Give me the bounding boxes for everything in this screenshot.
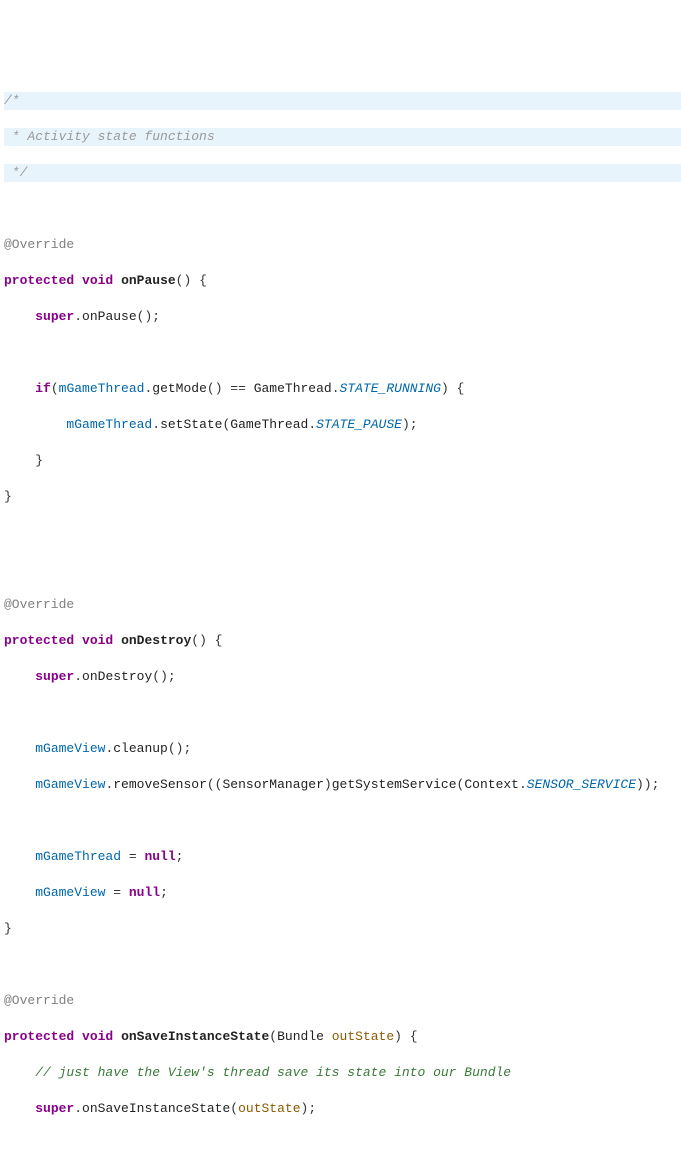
comment-line: // just have the View's thread save its …	[4, 1064, 681, 1082]
annotation-line: @Override	[4, 992, 681, 1010]
code-line: mGameView.cleanup();	[4, 740, 681, 758]
blank-line	[4, 1136, 681, 1154]
code-line: super.onDestroy();	[4, 668, 681, 686]
comment-line: /*	[4, 92, 681, 110]
code-line: mGameThread = null;	[4, 848, 681, 866]
code-line: super.onSaveInstanceState(outState);	[4, 1100, 681, 1118]
annotation-line: @Override	[4, 236, 681, 254]
method-signature: protected void onSaveInstanceState(Bundl…	[4, 1028, 681, 1046]
blank-line	[4, 524, 681, 542]
blank-line	[4, 956, 681, 974]
blank-line	[4, 560, 681, 578]
code-block: /* * Activity state functions */ @Overri…	[0, 72, 681, 1168]
blank-line	[4, 704, 681, 722]
blank-line	[4, 812, 681, 830]
code-line: mGameThread.setState(GameThread.STATE_PA…	[4, 416, 681, 434]
annotation-line: @Override	[4, 596, 681, 614]
code-line: super.onPause();	[4, 308, 681, 326]
code-line: }	[4, 920, 681, 938]
code-line: }	[4, 452, 681, 470]
comment-line: */	[4, 164, 681, 182]
code-line: mGameView.removeSensor((SensorManager)ge…	[4, 776, 681, 794]
method-signature: protected void onPause() {	[4, 272, 681, 290]
blank-line	[4, 344, 681, 362]
blank-line	[4, 200, 681, 218]
code-line: if(mGameThread.getMode() == GameThread.S…	[4, 380, 681, 398]
method-signature: protected void onDestroy() {	[4, 632, 681, 650]
code-line: }	[4, 488, 681, 506]
comment-line: * Activity state functions	[4, 128, 681, 146]
code-line: mGameView = null;	[4, 884, 681, 902]
